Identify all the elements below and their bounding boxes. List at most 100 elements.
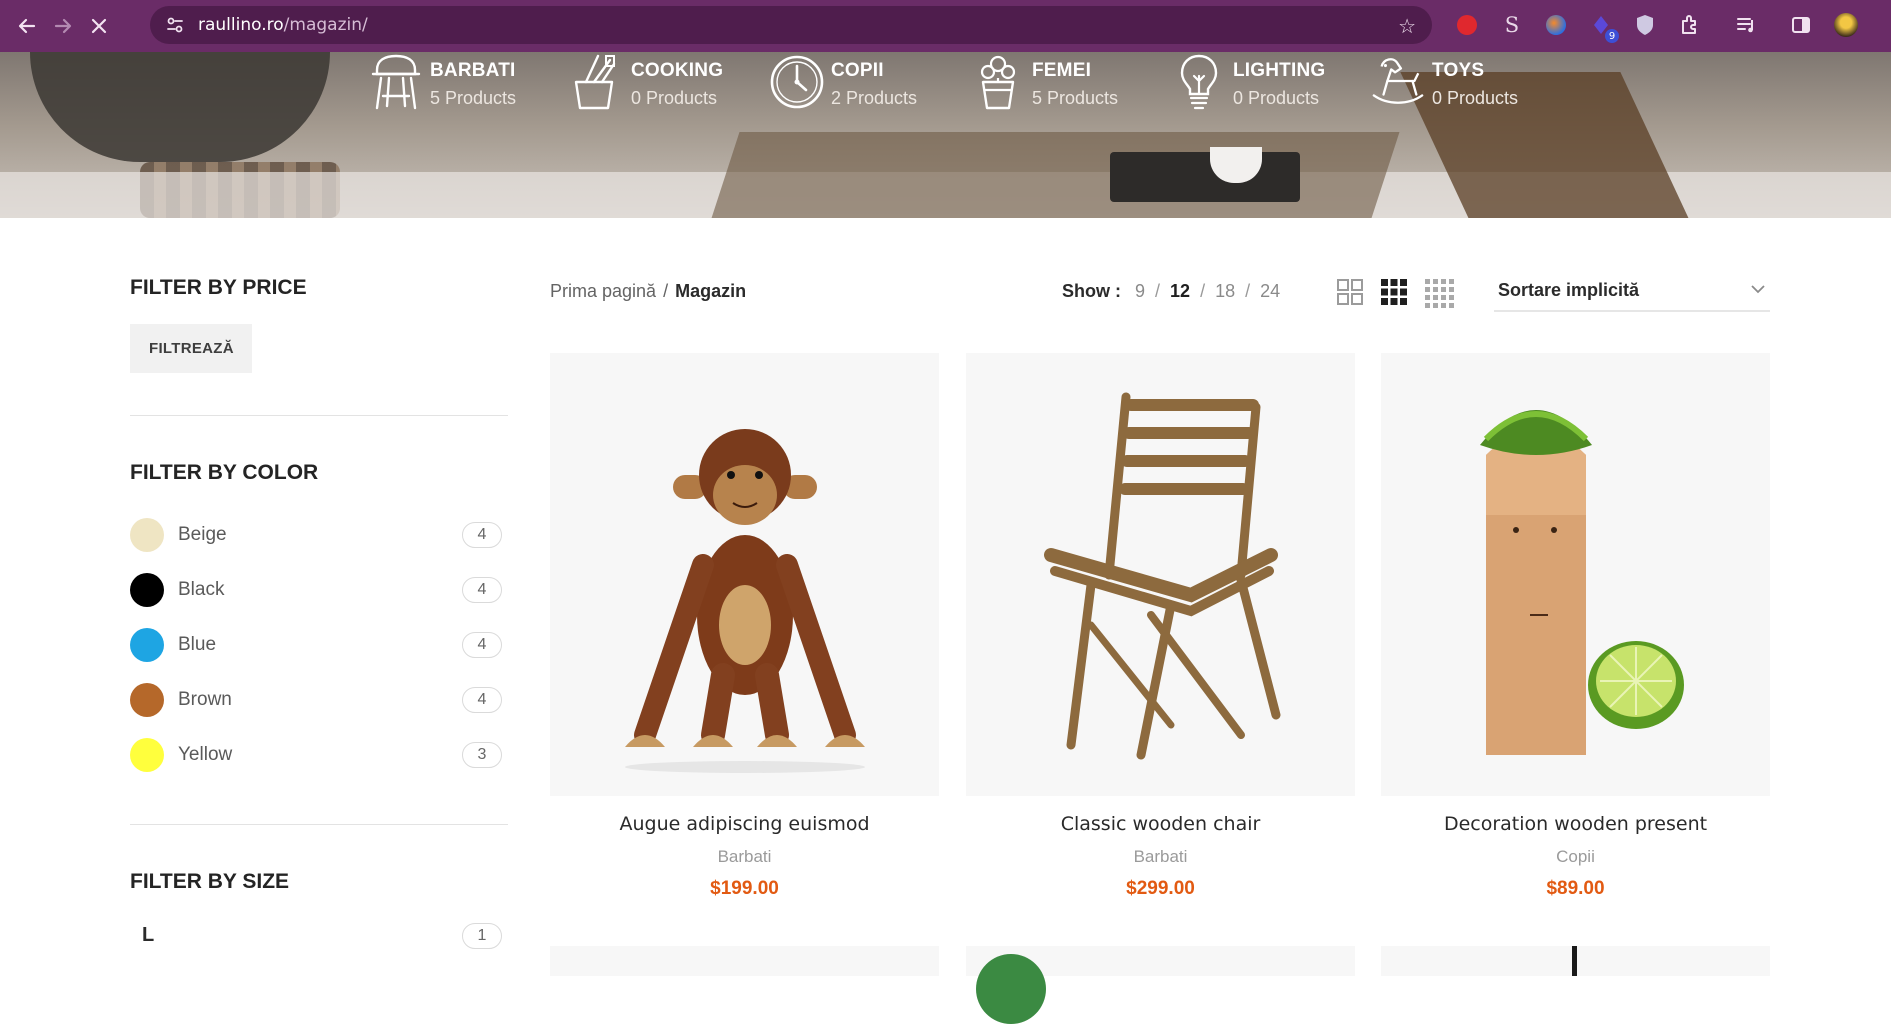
clock-icon [769, 52, 825, 114]
color-option-beige[interactable]: Beige 4 [130, 507, 510, 562]
color-swatch [130, 682, 164, 717]
breadcrumb-current: Magazin [675, 281, 747, 301]
product-name[interactable]: Decoration wooden present [1381, 813, 1770, 835]
product-image[interactable] [966, 353, 1355, 796]
product-card[interactable]: Augue adipiscing euismod Barbati $199.00 [550, 353, 939, 900]
filter-button[interactable]: FILTREAZĂ [130, 324, 252, 373]
media-queue-icon[interactable] [1735, 13, 1759, 37]
color-list: Beige 4 Black 4 Blue 4 Brown 4 Yellow 3 [130, 507, 510, 782]
color-swatch [130, 737, 164, 772]
wooden-figure-with-lime-image [1479, 409, 1684, 755]
product-price: $89.00 [1546, 878, 1605, 899]
product-image[interactable] [1381, 353, 1770, 796]
filter-size-title: FILTER BY SIZE [130, 870, 290, 893]
category-count: 0 Products [631, 88, 718, 108]
flower-pot-icon [970, 52, 1026, 114]
product-name[interactable]: Augue adipiscing euismod [550, 813, 939, 835]
sale-badge [976, 954, 1046, 1024]
color-count: 4 [462, 577, 502, 603]
grid-3-columns-icon[interactable] [1380, 278, 1408, 313]
per-page-option-18[interactable]: 18 [1215, 281, 1235, 302]
color-label: Beige [178, 523, 227, 545]
category-femei[interactable]: FEMEI 5 Products [970, 52, 1118, 122]
category-name: BARBATI [430, 60, 516, 81]
product-image[interactable] [550, 353, 939, 796]
color-option-brown[interactable]: Brown 4 [130, 672, 510, 727]
fireplace-decor [30, 52, 330, 162]
category-cooking[interactable]: COOKING 0 Products [569, 52, 723, 122]
color-option-black[interactable]: Black 4 [130, 562, 510, 617]
size-option-l[interactable]: L 1 [130, 908, 510, 963]
product-card[interactable]: Classic wooden chair Barbati $299.00 [966, 353, 1355, 900]
color-count: 4 [462, 687, 502, 713]
browser-extension-icon[interactable] [1544, 13, 1568, 37]
per-page-option-12[interactable]: 12 [1170, 281, 1190, 302]
color-option-yellow[interactable]: Yellow 3 [130, 727, 510, 782]
url-text: raullino.ro/magazin/ [198, 15, 368, 35]
forward-icon[interactable] [45, 8, 81, 44]
product-price: $199.00 [710, 878, 779, 899]
wooden-monkey-image [624, 428, 865, 773]
category-toys[interactable]: TOYS 0 Products [1370, 52, 1518, 122]
size-label: L [142, 924, 155, 946]
per-page-selector: Show : 9 / 12 / 18 / 24 [1062, 281, 1284, 302]
category-name: TOYS [1432, 60, 1485, 81]
filter-color-title: FILTER BY COLOR [130, 461, 319, 484]
chevron-down-icon [1750, 281, 1766, 299]
sort-select[interactable]: Sortare implicită [1494, 270, 1770, 312]
sidebar-filters: FILTER BY PRICE FILTREAZĂ FILTER BY COLO… [130, 218, 510, 963]
product-category[interactable]: Barbati [966, 847, 1355, 867]
url-host: raullino.ro [198, 15, 284, 35]
product-category[interactable]: Copii [1381, 847, 1770, 867]
profile-avatar[interactable] [1834, 13, 1858, 37]
color-swatch [130, 517, 164, 552]
color-label: Blue [178, 633, 217, 655]
shield-extension-icon[interactable] [1633, 13, 1657, 37]
stop-loading-icon[interactable] [81, 8, 117, 44]
show-label: Show : [1062, 281, 1121, 301]
color-label: Brown [178, 688, 232, 710]
divider [130, 415, 508, 416]
side-panel-icon[interactable] [1789, 13, 1813, 37]
category-copii[interactable]: COPII 2 Products [769, 52, 917, 122]
category-count: 5 Products [430, 88, 517, 108]
color-count: 4 [462, 522, 502, 548]
adblock-extension-icon[interactable] [1455, 13, 1479, 37]
color-label: Yellow [178, 743, 233, 765]
grid-4-columns-icon[interactable] [1424, 278, 1454, 313]
grid-view-switcher [1336, 278, 1454, 313]
s-extension-icon[interactable]: S [1500, 13, 1524, 37]
table-decor [1110, 152, 1300, 202]
color-option-blue[interactable]: Blue 4 [130, 617, 510, 672]
category-count: 0 Products [1432, 88, 1519, 108]
per-page-separator: / [1245, 281, 1251, 301]
knife-block-icon [569, 52, 625, 114]
sort-selected-value: Sortare implicită [1498, 279, 1640, 300]
product-category[interactable]: Barbati [550, 847, 939, 867]
category-count: 5 Products [1032, 88, 1119, 108]
category-name: FEMEI [1032, 60, 1092, 81]
category-barbati[interactable]: BARBATI 5 Products [368, 52, 516, 122]
divider [130, 824, 508, 825]
site-settings-icon[interactable] [160, 15, 190, 35]
address-bar[interactable]: raullino.ro/magazin/ ☆ [150, 6, 1432, 44]
back-icon[interactable] [9, 8, 45, 44]
category-name: COPII [831, 60, 884, 81]
bookmark-star-icon[interactable]: ☆ [1398, 14, 1416, 39]
extensions-puzzle-icon[interactable] [1678, 13, 1702, 37]
category-count: 2 Products [831, 88, 918, 108]
per-page-option-9[interactable]: 9 [1135, 281, 1145, 302]
color-count: 4 [462, 632, 502, 658]
breadcrumb-home-link[interactable]: Prima pagină [550, 281, 656, 301]
filter-price-title: FILTER BY PRICE [130, 276, 307, 299]
rocket-extension-icon[interactable]: 9 [1589, 13, 1619, 43]
product-card[interactable]: Decoration wooden present Copii $89.00 [1381, 353, 1770, 900]
per-page-option-24[interactable]: 24 [1260, 281, 1280, 302]
extension-badge: 9 [1605, 29, 1619, 43]
product-name[interactable]: Classic wooden chair [966, 813, 1355, 835]
category-banner: BARBATI 5 Products COOKING 0 Products CO… [0, 52, 1891, 218]
grid-2-columns-icon[interactable] [1336, 278, 1364, 313]
category-count: 0 Products [1233, 88, 1320, 108]
wooden-chair-image [1043, 392, 1280, 759]
category-lighting[interactable]: LIGHTING 0 Products [1171, 52, 1325, 122]
